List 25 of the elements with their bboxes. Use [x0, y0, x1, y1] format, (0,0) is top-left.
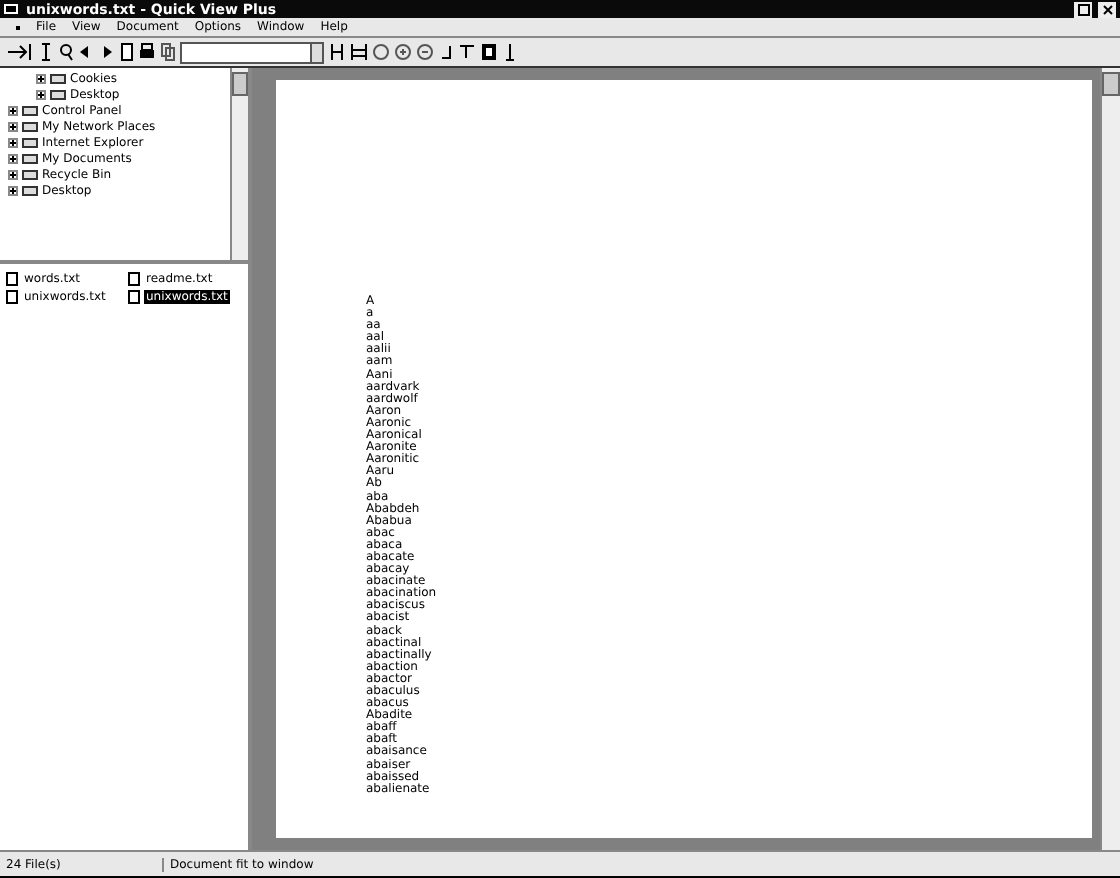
expand-toggle[interactable] — [8, 169, 18, 179]
search-field[interactable] — [180, 41, 324, 63]
expand-toggle[interactable] — [36, 73, 46, 83]
arrow-icon[interactable] — [6, 42, 34, 62]
printer-icon[interactable] — [138, 42, 156, 62]
text-cursor-icon[interactable] — [38, 42, 54, 62]
page-icon[interactable] — [118, 42, 134, 62]
expand-toggle[interactable] — [8, 105, 18, 115]
expand-toggle[interactable] — [8, 137, 18, 147]
expand-toggle[interactable] — [36, 89, 46, 99]
system-menu-icon[interactable] — [16, 25, 20, 29]
zoom-in-icon[interactable] — [394, 42, 412, 62]
expand-toggle[interactable] — [8, 185, 18, 195]
back-icon[interactable] — [78, 42, 94, 62]
forward-icon[interactable] — [98, 42, 114, 62]
magnifier-icon[interactable] — [58, 42, 74, 62]
expand-toggle[interactable] — [8, 153, 18, 163]
close-button[interactable] — [1098, 1, 1116, 17]
scrollbar[interactable] — [230, 68, 248, 260]
zoom-out-icon[interactable] — [416, 42, 434, 62]
scrollbar[interactable] — [1100, 68, 1120, 850]
corner-icon[interactable] — [438, 42, 454, 62]
expand-toggle[interactable] — [8, 121, 18, 131]
copy-icon[interactable] — [160, 42, 176, 62]
maximize-button[interactable] — [1074, 1, 1092, 17]
